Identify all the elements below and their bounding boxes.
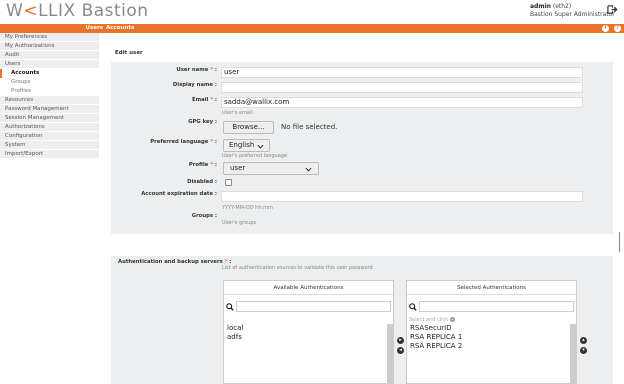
no-file-text: No file selected. — [281, 123, 338, 131]
display-name-input[interactable] — [221, 82, 583, 93]
username-label-text: User name — [176, 67, 209, 73]
browse-button[interactable]: Browse... — [223, 121, 274, 134]
sidebar-item-authorizations[interactable]: Authorizations — [0, 123, 99, 132]
label-colon: : — [214, 162, 217, 168]
language-select-value: English — [229, 141, 255, 149]
sidebar-item-profiles[interactable]: Profiles — [0, 87, 99, 96]
search-icon — [226, 303, 234, 311]
available-option-local[interactable]: local — [225, 324, 387, 333]
required-mark: * — [210, 97, 214, 103]
logout-icon[interactable] — [607, 4, 618, 15]
sidebar-item-password-management[interactable]: Password Management — [0, 105, 99, 114]
language-hint: User's preferred language — [222, 153, 288, 159]
select-hint-text: Select and click — [409, 317, 449, 323]
move-down-icon[interactable]: ▾ — [580, 347, 587, 354]
email-input[interactable]: sadda@wallix.com — [221, 97, 583, 108]
email-label-text: Email — [192, 97, 209, 103]
required-mark: * — [210, 162, 214, 168]
sidebar-item-groups[interactable]: Groups — [0, 78, 99, 87]
selected-option-rsa-replica-2[interactable]: RSA REPLICA 2 — [408, 342, 570, 351]
breadcrumb-users[interactable]: Users — [86, 24, 103, 33]
move-up-icon[interactable]: ▴ — [580, 337, 587, 344]
available-search-input[interactable] — [236, 301, 391, 312]
label-colon: : — [214, 97, 217, 103]
logo-rest: LLIX Bastion — [38, 1, 149, 21]
auth-servers-hint: List of authentication sources to valida… — [222, 265, 373, 271]
available-auth-list: Available Authentications local adfs — [223, 280, 394, 384]
wallix-logo[interactable]: W<LLIX Bastion — [6, 1, 149, 21]
language-select[interactable]: English — [223, 139, 270, 152]
username-label: User name * : — [107, 67, 217, 73]
sidebar-item-my-preferences[interactable]: My Preferences — [0, 33, 99, 42]
selected-option-rsa-replica-1[interactable]: RSA REPLICA 1 — [408, 333, 570, 342]
email-label: Email * : — [107, 97, 217, 103]
select-hint: Select and click • — [409, 317, 455, 323]
sidebar-item-resources[interactable]: Resources — [0, 96, 99, 105]
selected-auth-list: Selected Authentications Select and clic… — [406, 280, 577, 384]
expiration-input[interactable] — [221, 191, 583, 202]
sidebar-item-my-authorizations[interactable]: My Authorizations — [0, 42, 99, 51]
user-info: admin (eth2) Bastion Super Administrator — [530, 3, 615, 19]
move-right-icon[interactable]: ▸ — [397, 337, 404, 344]
gpg-key-label: GPG key : — [188, 119, 217, 125]
auth-label-text: Authentication and backup servers — [118, 259, 223, 265]
sidebar-item-system[interactable]: System — [0, 141, 99, 150]
sidebar: My Preferences My Authorizations Audit U… — [0, 33, 99, 159]
expiration-label: Account expiration date : — [141, 191, 217, 197]
move-left-icon[interactable]: ◂ — [397, 347, 404, 354]
preferred-language-label: Preferred language * : — [107, 139, 217, 145]
sidebar-item-import-export[interactable]: Import/Export — [0, 150, 99, 159]
user-role: Bastion Super Administrator — [530, 11, 615, 18]
scrollbar-indicator[interactable] — [619, 232, 620, 252]
available-auth-title: Available Authentications — [224, 281, 393, 295]
lang-label-text: Preferred language — [150, 139, 209, 145]
sidebar-item-users[interactable]: Users — [0, 60, 99, 69]
profile-select-value: user — [230, 164, 246, 172]
expiration-hint: YYYY-MM-DD hh:mm — [222, 205, 273, 211]
disabled-checkbox[interactable] — [225, 179, 232, 186]
selected-option-rsasecurid[interactable]: RSASecurID — [408, 324, 570, 333]
info-icon[interactable]: i — [602, 25, 609, 32]
logo-accent: < — [23, 1, 39, 21]
sidebar-item-accounts[interactable]: Accounts — [0, 69, 99, 78]
email-hint: User's email — [222, 110, 253, 116]
groups-label: Groups : — [191, 213, 217, 219]
required-mark: * — [210, 139, 214, 145]
username-suffix: (eth2) — [552, 3, 572, 10]
logo-main: W — [6, 1, 24, 21]
selected-scrollbar[interactable] — [570, 324, 576, 384]
disabled-label: Disabled : — [187, 179, 217, 185]
selected-auth-title: Selected Authentications — [407, 281, 576, 295]
page-title: Edit user — [115, 50, 143, 56]
groups-hint: User's groups — [222, 220, 257, 226]
display-name-label: Display name : — [172, 82, 217, 88]
selected-search-input[interactable] — [419, 301, 574, 312]
chevron-down-icon — [305, 167, 312, 172]
label-colon: : — [214, 67, 217, 73]
chevron-down-icon — [257, 144, 264, 149]
username-input[interactable]: user — [221, 67, 583, 78]
available-scrollbar[interactable] — [387, 324, 393, 384]
search-icon — [409, 303, 417, 311]
header: W<LLIX Bastion admin (eth2) Bastion Supe… — [0, 0, 624, 24]
sidebar-item-configuration[interactable]: Configuration — [0, 132, 99, 141]
breadcrumb-accounts: Accounts — [106, 25, 135, 31]
selected-options: RSASecurID RSA REPLICA 1 RSA REPLICA 2 — [408, 324, 570, 351]
required-mark: * — [210, 67, 214, 73]
auth-servers-label: Authentication and backup servers * : — [118, 259, 231, 265]
available-options: local adfs — [225, 324, 387, 342]
label-colon: : — [214, 139, 217, 145]
sidebar-item-session-management[interactable]: Session Management — [0, 114, 99, 123]
profile-select[interactable]: user — [223, 162, 319, 175]
profile-label-text: Profile — [188, 162, 209, 168]
help-icon[interactable]: ? — [614, 25, 621, 32]
profile-label: Profile * : — [107, 162, 217, 168]
sidebar-item-audit[interactable]: Audit — [0, 51, 99, 60]
info-icon: • — [449, 317, 455, 322]
available-option-adfs[interactable]: adfs — [225, 333, 387, 342]
username: admin — [530, 3, 551, 10]
